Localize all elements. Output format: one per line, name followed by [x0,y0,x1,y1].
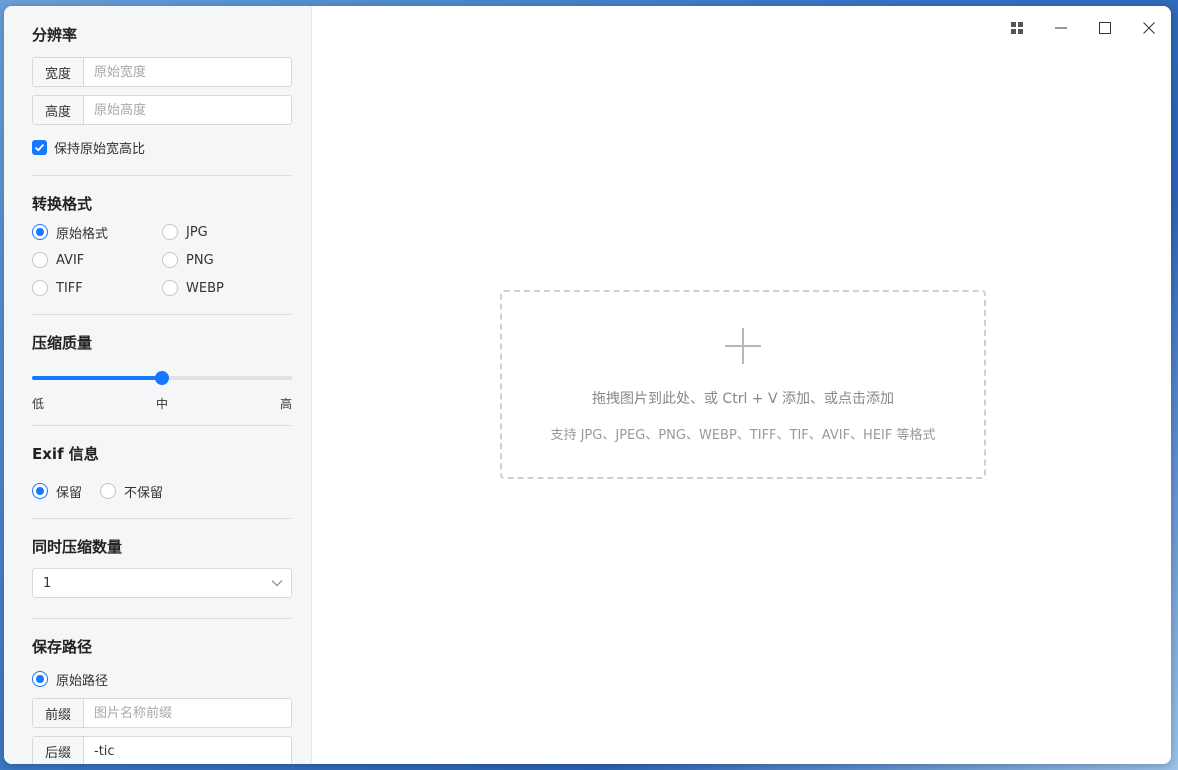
quality-high-label: 高 [279,397,292,411]
exif-option-discard[interactable]: 不保留 [100,481,163,501]
width-label: 宽度 [33,58,84,86]
plus-icon [725,328,761,364]
height-input-group: 高度 [32,95,292,125]
drop-zone-instruction: 拖拽图片到此处、或 Ctrl + V 添加、或点击添加 [591,391,895,407]
width-input-group: 宽度 [32,57,292,87]
resolution-title: 分辨率 [32,26,78,44]
exif-option-label: 不保留 [124,485,164,501]
format-option-label: TIFF [56,280,83,296]
save-path-option-label: 原始路径 [56,673,109,689]
prefix-label: 前缀 [33,699,84,727]
radio-icon [100,483,117,499]
radio-icon [32,252,48,268]
suffix-label: 后缀 [33,737,84,764]
grid-icon[interactable] [995,12,1039,44]
format-title: 转换格式 [32,195,93,213]
format-option-label: PNG [186,252,214,268]
height-input[interactable] [84,96,291,124]
format-option-label: WEBP [186,280,224,296]
prefix-input-group: 前缀 [32,698,292,728]
height-label: 高度 [33,96,84,124]
radio-icon [162,224,178,240]
app-window: 分辨率 宽度 高度 保持原始宽高比 转换格式 原始格式 JPG AVIF PNG [4,6,1171,764]
suffix-input-group: 后缀 [32,736,292,764]
quality-low-label: 低 [32,397,45,411]
format-option-tiff[interactable]: TIFF [32,278,162,298]
concurrency-select[interactable]: 1 [32,568,292,598]
concurrency-value: 1 [43,575,52,591]
save-path-title: 保存路径 [32,638,93,656]
keep-ratio-checkbox[interactable]: 保持原始宽高比 [32,137,291,157]
quality-title: 压缩质量 [32,334,93,352]
exif-radio-group: 保留 不保留 [32,481,291,501]
settings-sidebar: 分辨率 宽度 高度 保持原始宽高比 转换格式 原始格式 JPG AVIF PNG [4,6,312,764]
main-panel: 拖拽图片到此处、或 Ctrl + V 添加、或点击添加 支持 JPG、JPEG、… [313,6,1171,764]
maximize-icon[interactable] [1083,12,1127,44]
radio-checked-icon [32,224,48,240]
width-input[interactable] [84,58,291,86]
quality-slider[interactable] [32,370,292,386]
slider-track [32,376,162,380]
quality-labels: 低 中 高 [32,395,292,412]
format-option-label: AVIF [56,252,85,268]
drop-zone-formats: 支持 JPG、JPEG、PNG、WEBP、TIFF、TIF、AVIF、HEIF … [550,428,936,443]
format-radio-group: 原始格式 JPG AVIF PNG TIFF WEBP [32,222,291,298]
concurrency-title: 同时压缩数量 [32,538,123,556]
checkmark-icon [32,139,47,155]
radio-icon [162,252,178,268]
suffix-input[interactable] [84,737,291,764]
format-option-label: 原始格式 [56,226,109,242]
format-option-webp[interactable]: WEBP [162,278,292,298]
format-option-label: JPG [186,224,208,240]
format-option-png[interactable]: PNG [162,250,292,270]
radio-icon [32,280,48,296]
prefix-input[interactable] [84,699,291,727]
slider-handle[interactable] [155,371,169,385]
exif-option-label: 保留 [56,485,83,501]
format-option-avif[interactable]: AVIF [32,250,162,270]
exif-title: Exif 信息 [32,445,99,463]
format-option-original[interactable]: 原始格式 [32,222,162,242]
chevron-down-icon [271,576,283,591]
radio-icon [162,280,178,296]
exif-option-keep[interactable]: 保留 [32,481,82,501]
quality-mid-label: 中 [155,397,168,411]
close-icon[interactable] [1127,12,1171,44]
save-path-original-option[interactable]: 原始路径 [32,669,291,689]
image-drop-zone[interactable]: 拖拽图片到此处、或 Ctrl + V 添加、或点击添加 支持 JPG、JPEG、… [500,290,986,479]
radio-checked-icon [32,671,48,687]
minimize-icon[interactable] [1039,12,1083,44]
window-controls [995,12,1171,44]
format-option-jpg[interactable]: JPG [162,222,292,242]
keep-ratio-label: 保持原始宽高比 [54,141,146,157]
radio-checked-icon [32,483,48,499]
